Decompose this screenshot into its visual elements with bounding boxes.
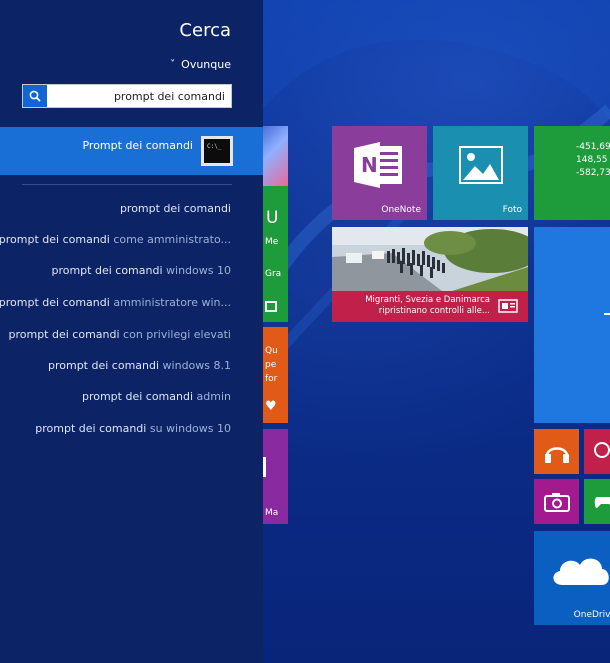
photo-icon: [459, 146, 503, 184]
cloud-icon: [553, 558, 609, 585]
suggestion-prefix: prompt dei comandi: [51, 264, 163, 277]
search-suggestion[interactable]: prompt dei comandi su windows 10: [35, 422, 231, 435]
tile-onedrive[interactable]: OneDrive: [534, 531, 610, 625]
search-panel: Cerca ˅ Ovunque Prompt dei comandi C:\_ …: [0, 0, 263, 663]
partial-tile-line: Me: [265, 237, 279, 247]
news-photo: [332, 227, 528, 291]
tile-foto[interactable]: Foto: [433, 126, 528, 220]
search-suggestion[interactable]: prompt dei comandi windows 8.1: [48, 359, 231, 372]
search-button[interactable]: [23, 85, 47, 107]
suggestion-suffix: come amministrato...: [109, 233, 231, 246]
finance-value: -451,69: [576, 142, 610, 152]
camera-icon: [544, 493, 570, 512]
onenote-icon: N: [354, 142, 402, 188]
tile-partial-blue[interactable]: [534, 227, 610, 423]
finance-value: 148,55: [576, 155, 608, 165]
gamepad-icon: [594, 497, 610, 508]
partial-tile-mark: [604, 313, 610, 315]
search-suggestion[interactable]: prompt dei comandi windows 10: [51, 264, 231, 277]
suggestion-suffix: admin: [193, 390, 231, 403]
command-prompt-screen: C:\_: [204, 139, 230, 163]
search-icon: [29, 90, 41, 102]
suggestion-prefix: prompt dei comandi: [119, 202, 231, 215]
tile-image-strip: [263, 126, 288, 186]
partial-tile-line: Qu: [265, 346, 278, 356]
suggestion-suffix: amministratore win...: [109, 296, 231, 309]
search-scope-dropdown[interactable]: ˅ Ovunque: [170, 58, 231, 71]
partial-tile-label: Ma: [265, 508, 279, 518]
suggestion-suffix: windows 10: [162, 264, 231, 277]
suggestion-suffix: con privilegi elevati: [119, 328, 231, 341]
partial-tile-green[interactable]: U Me Gra: [263, 126, 288, 322]
tile-camera[interactable]: [534, 479, 579, 524]
suggestion-prefix: prompt dei comandi: [81, 390, 194, 403]
tile-music[interactable]: [534, 429, 579, 474]
partial-tile-orange[interactable]: Qu pe for ♥: [263, 327, 288, 423]
headphones-icon: [545, 447, 569, 463]
top-result-prompt[interactable]: Prompt dei comandi C:\_: [0, 127, 263, 175]
search-suggestion[interactable]: prompt dei comandi admin: [82, 390, 231, 403]
partial-tile-line: for: [265, 374, 278, 384]
tile-finance[interactable]: -451,69 148,55 -582,73: [534, 126, 610, 220]
suggestion-prefix: prompt dei comandi: [35, 422, 147, 435]
panel-title: Cerca: [179, 20, 231, 41]
search-suggestion[interactable]: prompt dei comandi come amministrato...: [0, 233, 231, 246]
partial-tile-bar: [263, 457, 266, 477]
search-input[interactable]: [47, 89, 231, 103]
suggestion-suffix: su windows 10: [146, 422, 231, 435]
partial-tile-line: Gra: [265, 269, 282, 279]
suggestion-prefix: prompt dei comandi: [8, 328, 120, 341]
search-box: [22, 84, 232, 108]
results-divider: [22, 184, 232, 185]
top-result-label: Prompt dei comandi: [82, 139, 193, 152]
tile-onenote[interactable]: N OneNote: [332, 126, 427, 220]
tile-xbox[interactable]: [584, 479, 610, 524]
search-suggestion[interactable]: prompt dei comandi amministratore win...: [0, 296, 231, 309]
suggestion-suffix: windows 8.1: [159, 359, 231, 372]
partial-tile-line: pe: [265, 360, 277, 370]
suggestion-prefix: prompt dei comandi: [47, 359, 160, 372]
svg-text:N: N: [361, 153, 378, 177]
partial-tile-purple[interactable]: Ma: [263, 429, 288, 524]
search-scope-label: Ovunque: [181, 58, 231, 71]
tile-video[interactable]: [584, 429, 610, 474]
tile-news[interactable]: Migranti, Svezia e Danimarca ripristinan…: [332, 227, 528, 322]
news-headline: Migranti, Svezia e Danimarca ripristinan…: [365, 295, 490, 316]
finance-value: -582,73: [576, 168, 610, 178]
search-suggestion[interactable]: prompt dei comandi: [120, 202, 231, 215]
chevron-down-icon: ˅: [170, 59, 176, 70]
tile-label: OneDrive: [573, 610, 610, 620]
command-prompt-text: C:\_: [207, 143, 222, 150]
news-icon: [498, 299, 518, 313]
tile-label: Foto: [502, 205, 522, 215]
suggestion-prefix: prompt dei comandi: [0, 233, 110, 246]
partial-tile-letter: U: [266, 208, 279, 228]
store-bag-icon: [265, 301, 277, 312]
video-icon: [594, 442, 610, 458]
heart-icon: ♥: [265, 399, 277, 414]
command-prompt-icon: C:\_: [201, 136, 233, 166]
suggestion-prefix: prompt dei comandi: [0, 296, 110, 309]
tile-label: OneNote: [381, 205, 421, 215]
search-suggestion[interactable]: prompt dei comandi con privilegi elevati: [8, 328, 231, 341]
